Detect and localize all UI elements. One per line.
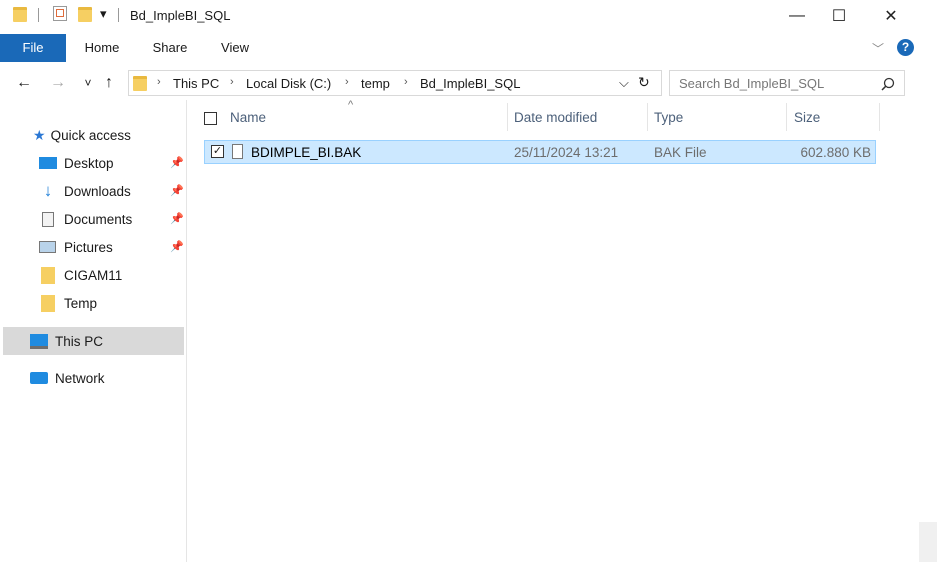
- breadcrumb-separator[interactable]: ›: [404, 76, 408, 88]
- nav-desktop[interactable]: Desktop: [39, 150, 114, 176]
- column-header-name[interactable]: Name: [230, 110, 266, 125]
- pin-icon: 📌: [170, 241, 184, 253]
- address-bar[interactable]: › This PC › Local Disk (C:) › temp › Bd_…: [128, 70, 662, 96]
- refresh-button[interactable]: ↻: [638, 74, 650, 91]
- navigation-pane: ★ Quick access Desktop 📌 ↓ Downloads 📌 D…: [0, 100, 186, 562]
- breadcrumb-local-disk[interactable]: Local Disk (C:): [246, 76, 331, 91]
- pin-icon: 📌: [170, 185, 184, 197]
- file-name: BDIMPLE_BI.BAK: [251, 145, 362, 160]
- address-row: ← → ˅ ↑ › This PC › Local Disk (C:) › te…: [0, 68, 937, 98]
- window-title: Bd_ImpleBI_SQL: [130, 8, 231, 23]
- file-icon: [232, 144, 243, 159]
- breadcrumb-separator: ›: [157, 76, 161, 88]
- expand-ribbon-icon[interactable]: ﹀: [872, 40, 884, 57]
- file-date-modified: 25/11/2024 13:21: [514, 145, 619, 160]
- network-icon: [30, 372, 48, 384]
- select-all-checkbox[interactable]: [204, 112, 217, 125]
- customize-toolbar-dropdown[interactable]: ▾: [100, 6, 107, 22]
- close-button[interactable]: ✕: [868, 0, 914, 32]
- column-separator[interactable]: [647, 103, 648, 131]
- back-button[interactable]: ←: [13, 72, 35, 94]
- breadcrumb-current-folder[interactable]: Bd_ImpleBI_SQL: [420, 76, 520, 91]
- file-row[interactable]: ✓ BDIMPLE_BI.BAK 25/11/2024 13:21 BAK Fi…: [204, 140, 876, 164]
- nav-label: Quick access: [50, 127, 131, 143]
- desktop-icon: [39, 157, 57, 169]
- nav-pictures[interactable]: Pictures: [39, 234, 113, 260]
- search-placeholder: Search Bd_ImpleBI_SQL: [679, 76, 825, 91]
- tab-file[interactable]: File: [0, 34, 66, 62]
- recent-locations-button[interactable]: ˅: [77, 72, 99, 94]
- separator: [118, 8, 119, 22]
- breadcrumb-separator[interactable]: ›: [345, 76, 349, 88]
- column-separator[interactable]: [879, 103, 880, 131]
- nav-quick-access[interactable]: ★ Quick access: [33, 122, 131, 148]
- star-icon: ★: [33, 126, 46, 143]
- folder-icon: [133, 76, 147, 91]
- search-icon[interactable]: [881, 77, 895, 91]
- download-arrow-icon: ↓: [43, 181, 53, 200]
- help-icon[interactable]: ?: [897, 39, 914, 56]
- nav-folder-temp[interactable]: Temp: [41, 290, 97, 316]
- minimize-button[interactable]: —: [774, 0, 820, 32]
- separator: [38, 8, 39, 22]
- nav-label: Documents: [64, 211, 133, 227]
- column-separator[interactable]: [507, 103, 508, 131]
- nav-this-pc[interactable]: This PC: [3, 327, 184, 355]
- title-bar: ▾ Bd_ImpleBI_SQL — ☐ ✕: [0, 0, 937, 32]
- nav-documents[interactable]: Documents: [39, 206, 132, 232]
- tab-view[interactable]: View: [212, 34, 258, 62]
- ribbon-tabs: File Home Share View ﹀ ?: [0, 34, 937, 62]
- tab-home[interactable]: Home: [78, 34, 126, 62]
- breadcrumb-this-pc[interactable]: This PC: [173, 76, 219, 91]
- nav-network[interactable]: Network: [30, 365, 105, 391]
- pin-icon: 📌: [170, 213, 184, 225]
- forward-button[interactable]: →: [47, 72, 69, 94]
- pin-icon: 📌: [170, 157, 184, 169]
- nav-downloads[interactable]: ↓ Downloads: [39, 178, 131, 204]
- tab-share[interactable]: Share: [146, 34, 194, 62]
- view-toggle-area[interactable]: [919, 522, 937, 562]
- folder-icon: [41, 294, 55, 312]
- maximize-button[interactable]: ☐: [816, 0, 862, 32]
- nav-label: Temp: [64, 295, 98, 311]
- breadcrumb-temp[interactable]: temp: [361, 76, 390, 91]
- file-size: 602.880 KB: [800, 145, 871, 160]
- file-type: BAK File: [654, 145, 707, 160]
- new-folder-icon[interactable]: [78, 7, 92, 22]
- up-button[interactable]: ↑: [98, 72, 120, 94]
- nav-label: Pictures: [64, 239, 113, 255]
- column-separator[interactable]: [786, 103, 787, 131]
- computer-icon: [30, 333, 48, 349]
- nav-label: Network: [55, 370, 105, 386]
- search-input[interactable]: Search Bd_ImpleBI_SQL: [669, 70, 905, 96]
- document-icon: [42, 211, 54, 227]
- nav-folder-cigam11[interactable]: CIGAM11: [41, 262, 122, 288]
- column-header-type[interactable]: Type: [654, 110, 683, 125]
- nav-label: Downloads: [64, 183, 131, 199]
- sort-ascending-icon: ^: [348, 99, 354, 111]
- properties-icon[interactable]: [53, 6, 67, 21]
- nav-label: Desktop: [64, 155, 114, 171]
- nav-label: This PC: [55, 333, 104, 349]
- address-dropdown-button[interactable]: ⌵: [619, 75, 629, 91]
- column-header-size[interactable]: Size: [794, 110, 820, 125]
- folder-icon: [13, 7, 27, 22]
- folder-icon: [41, 266, 55, 284]
- breadcrumb-separator[interactable]: ›: [230, 76, 234, 88]
- nav-label: CIGAM11: [64, 267, 123, 283]
- pictures-icon: [39, 241, 56, 253]
- pane-divider[interactable]: [186, 100, 187, 562]
- column-header-date-modified[interactable]: Date modified: [514, 110, 597, 125]
- file-checkbox[interactable]: ✓: [211, 145, 224, 158]
